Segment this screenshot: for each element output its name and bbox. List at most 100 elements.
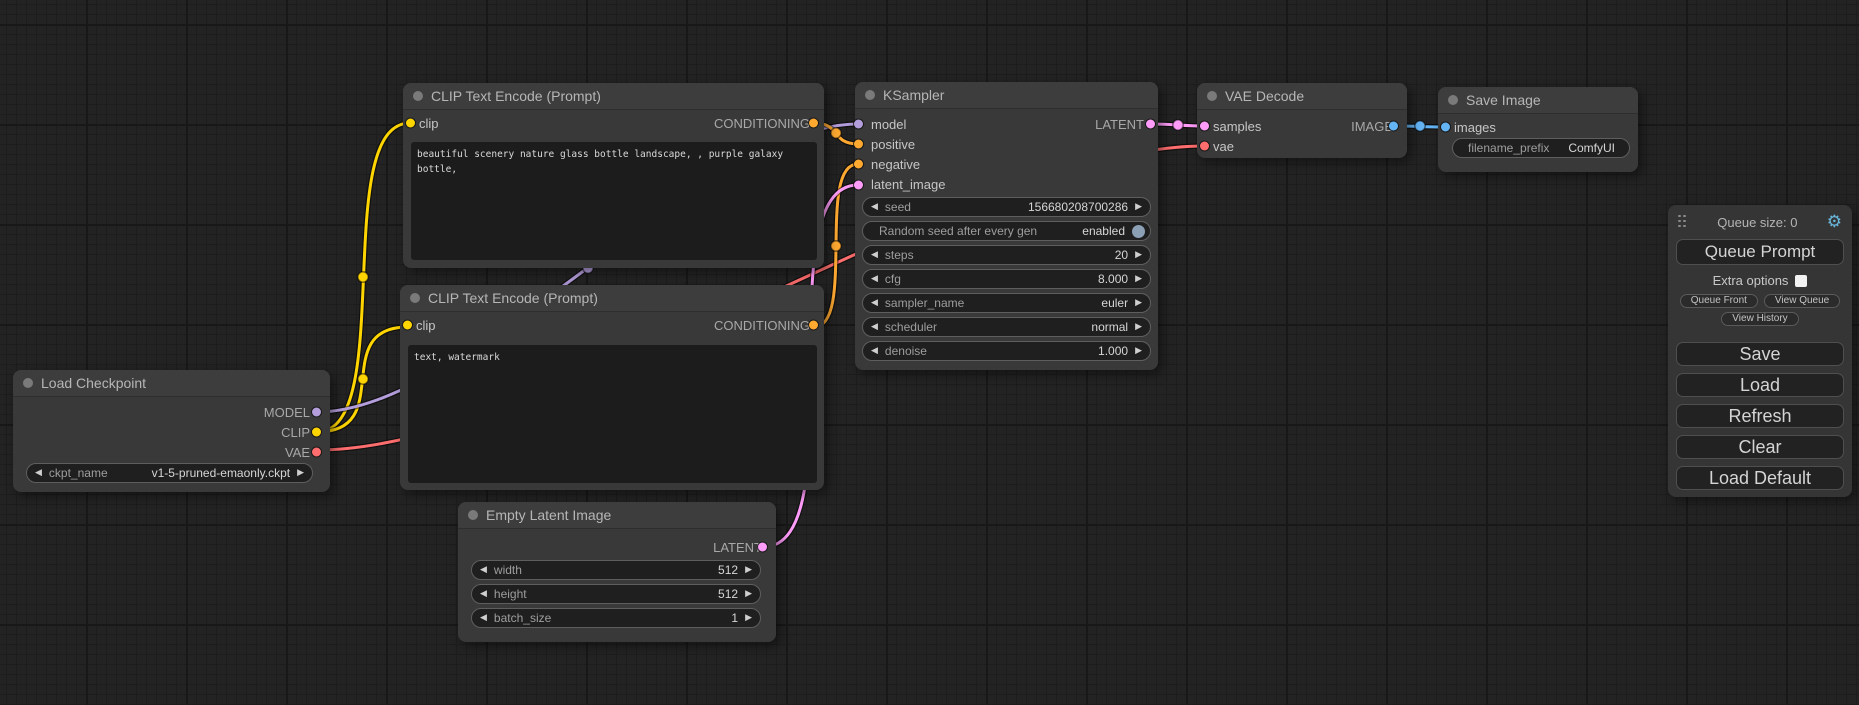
node-title-bar[interactable]: Empty Latent Image	[458, 502, 776, 529]
clip-output-port[interactable]	[312, 428, 321, 437]
decrement-arrow-icon[interactable]: ◀	[871, 203, 878, 212]
toggle-knob-icon[interactable]	[1132, 225, 1145, 238]
drag-handle-icon[interactable]	[1678, 215, 1688, 230]
node-empty-latent-image[interactable]: Empty Latent Image LATENT ◀ width 512 ▶ …	[458, 502, 776, 642]
output-label: CONDITIONING	[714, 318, 810, 333]
seed-widget[interactable]: ◀ seed 156680208700286 ▶	[862, 197, 1151, 217]
increment-arrow-icon[interactable]: ▶	[1135, 347, 1142, 356]
conditioning-output-port[interactable]	[809, 119, 818, 128]
output-label: LATENT	[713, 540, 762, 555]
positive-input-port[interactable]	[854, 140, 863, 149]
prompt-textarea[interactable]: text, watermark	[408, 345, 817, 483]
node-title: KSampler	[883, 87, 944, 103]
latent-output-port[interactable]	[1146, 120, 1155, 129]
conditioning-output-port[interactable]	[809, 321, 818, 330]
decrement-arrow-icon[interactable]: ◀	[871, 323, 878, 332]
vae-input-port[interactable]	[1200, 142, 1209, 151]
decrement-arrow-icon[interactable]: ◀	[871, 299, 878, 308]
input-label: negative	[871, 157, 920, 172]
model-output-port[interactable]	[312, 408, 321, 417]
image-output-port[interactable]	[1389, 122, 1398, 131]
node-title: Save Image	[1466, 92, 1541, 108]
sampler-name-widget[interactable]: ◀ sampler_name euler ▶	[862, 293, 1151, 313]
view-queue-button[interactable]: View Queue	[1764, 294, 1840, 308]
queue-prompt-button[interactable]: Queue Prompt	[1676, 239, 1844, 265]
view-history-button[interactable]: View History	[1721, 312, 1798, 326]
node-title-bar[interactable]: VAE Decode	[1197, 83, 1407, 110]
decrement-arrow-icon[interactable]: ◀	[871, 275, 878, 284]
node-clip-text-encode-positive[interactable]: CLIP Text Encode (Prompt) clip CONDITION…	[403, 83, 824, 268]
save-button[interactable]: Save	[1676, 342, 1844, 366]
increment-arrow-icon[interactable]: ▶	[1135, 203, 1142, 212]
decrement-arrow-icon[interactable]: ◀	[35, 469, 42, 478]
increment-arrow-icon[interactable]: ▶	[1135, 299, 1142, 308]
latent-output-port[interactable]	[758, 543, 767, 552]
increment-arrow-icon[interactable]: ▶	[1135, 251, 1142, 260]
decrement-arrow-icon[interactable]: ◀	[871, 251, 878, 260]
collapse-dot-icon[interactable]	[410, 293, 420, 303]
widget-value: normal	[1091, 320, 1128, 334]
filename-prefix-widget[interactable]: filename_prefix ComfyUI	[1452, 138, 1630, 158]
height-widget[interactable]: ◀ height 512 ▶	[471, 584, 761, 604]
collapse-dot-icon[interactable]	[23, 378, 33, 388]
node-clip-text-encode-negative[interactable]: CLIP Text Encode (Prompt) clip CONDITION…	[400, 285, 824, 490]
queue-front-button[interactable]: Queue Front	[1680, 294, 1758, 308]
wire-midpoint	[1173, 120, 1183, 130]
random-seed-toggle-widget[interactable]: Random seed after every gen enabled	[862, 221, 1151, 241]
decrement-arrow-icon[interactable]: ◀	[480, 590, 487, 599]
steps-widget[interactable]: ◀ steps 20 ▶	[862, 245, 1151, 265]
images-input-port[interactable]	[1441, 123, 1450, 132]
collapse-dot-icon[interactable]	[468, 510, 478, 520]
node-title-bar[interactable]: Save Image	[1438, 87, 1638, 114]
increment-arrow-icon[interactable]: ▶	[745, 566, 752, 575]
decrement-arrow-icon[interactable]: ◀	[480, 566, 487, 575]
collapse-dot-icon[interactable]	[1207, 91, 1217, 101]
widget-value: 8.000	[1098, 272, 1128, 286]
extra-options-checkbox[interactable]	[1795, 275, 1807, 287]
node-title-bar[interactable]: KSampler	[855, 82, 1158, 109]
prompt-textarea[interactable]: beautiful scenery nature glass bottle la…	[411, 142, 817, 260]
load-button[interactable]: Load	[1676, 373, 1844, 397]
ckpt-name-widget[interactable]: ◀ ckpt_name v1-5-pruned-emaonly.ckpt ▶	[26, 463, 313, 483]
collapse-dot-icon[interactable]	[865, 90, 875, 100]
clear-button[interactable]: Clear	[1676, 435, 1844, 459]
increment-arrow-icon[interactable]: ▶	[297, 469, 304, 478]
node-title: Empty Latent Image	[486, 507, 611, 523]
cfg-widget[interactable]: ◀ cfg 8.000 ▶	[862, 269, 1151, 289]
node-save-image[interactable]: Save Image images filename_prefix ComfyU…	[1438, 87, 1638, 172]
load-default-button[interactable]: Load Default	[1676, 466, 1844, 490]
width-widget[interactable]: ◀ width 512 ▶	[471, 560, 761, 580]
input-label: clip	[419, 116, 439, 131]
increment-arrow-icon[interactable]: ▶	[745, 590, 752, 599]
latent-image-input-port[interactable]	[854, 180, 863, 189]
samples-input-port[interactable]	[1200, 122, 1209, 131]
queue-panel: Queue size: 0 ⚙ Queue Prompt Extra optio…	[1668, 205, 1852, 497]
node-title-bar[interactable]: CLIP Text Encode (Prompt)	[403, 83, 824, 110]
clip-input-port[interactable]	[403, 321, 412, 330]
node-title-bar[interactable]: CLIP Text Encode (Prompt)	[400, 285, 824, 312]
input-label: positive	[871, 137, 915, 152]
increment-arrow-icon[interactable]: ▶	[1135, 323, 1142, 332]
model-input-port[interactable]	[854, 120, 863, 129]
settings-gear-icon[interactable]: ⚙	[1827, 214, 1842, 231]
clip-input-port[interactable]	[406, 119, 415, 128]
node-load-checkpoint[interactable]: Load Checkpoint MODEL CLIP VAE ◀ ckpt_na…	[13, 370, 330, 492]
widget-label: width	[494, 563, 522, 577]
negative-input-port[interactable]	[854, 160, 863, 169]
widget-label: cfg	[885, 272, 901, 286]
decrement-arrow-icon[interactable]: ◀	[871, 347, 878, 356]
increment-arrow-icon[interactable]: ▶	[745, 614, 752, 623]
scheduler-widget[interactable]: ◀ scheduler normal ▶	[862, 317, 1151, 337]
denoise-widget[interactable]: ◀ denoise 1.000 ▶	[862, 341, 1151, 361]
increment-arrow-icon[interactable]: ▶	[1135, 275, 1142, 284]
vae-output-port[interactable]	[312, 448, 321, 457]
wire-midpoint	[358, 374, 368, 384]
node-title-bar[interactable]: Load Checkpoint	[13, 370, 330, 397]
node-ksampler[interactable]: KSampler model LATENT positive negative …	[855, 82, 1158, 370]
node-vae-decode[interactable]: VAE Decode samples IMAGE vae	[1197, 83, 1407, 158]
batch-size-widget[interactable]: ◀ batch_size 1 ▶	[471, 608, 761, 628]
decrement-arrow-icon[interactable]: ◀	[480, 614, 487, 623]
refresh-button[interactable]: Refresh	[1676, 404, 1844, 428]
collapse-dot-icon[interactable]	[413, 91, 423, 101]
collapse-dot-icon[interactable]	[1448, 95, 1458, 105]
